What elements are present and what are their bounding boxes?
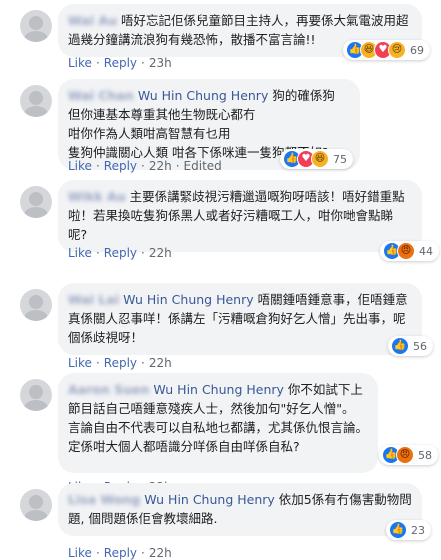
comment-timestamp[interactable]: 22h [149, 159, 172, 173]
comment-timestamp[interactable]: 23h [149, 56, 172, 70]
reply-button[interactable]: Reply [104, 56, 137, 70]
avatar[interactable] [20, 186, 52, 218]
comment-bubble: Wikk Au 主要係講緊歧視污糟邋遢嘅狗呀唔該！唔好錯重點啦！若果換咗隻狗係黑… [58, 180, 422, 252]
edited-label[interactable]: Edited [184, 159, 222, 173]
separator: · [141, 56, 145, 70]
avatar[interactable] [20, 379, 52, 411]
reply-button[interactable]: Reply [104, 356, 137, 370]
like-button[interactable]: Like [68, 246, 92, 260]
like-button[interactable]: Like [68, 56, 92, 70]
reaction-summary[interactable]: 👍 56 [388, 336, 433, 356]
comment-actions: Like·Reply·22h [68, 356, 172, 370]
reaction-count: 75 [333, 152, 347, 166]
avatar[interactable] [20, 289, 52, 321]
comment-author[interactable]: Lisa Wong [68, 492, 140, 507]
reaction-summary[interactable]: 👍 😠 58 [379, 445, 438, 465]
like-button[interactable]: Like [68, 546, 92, 560]
avatar[interactable] [20, 489, 52, 521]
haha-reaction-icon: 😆 [311, 150, 329, 168]
separator: · [95, 56, 100, 70]
comment-actions: Like·Reply·22h [68, 246, 172, 260]
separator: · [141, 546, 145, 560]
avatar[interactable] [20, 85, 52, 117]
sad-reaction-icon: 😢 [388, 41, 406, 59]
reply-button[interactable]: Reply [104, 546, 137, 560]
separator: · [175, 159, 180, 173]
reply-button[interactable]: Reply [104, 246, 137, 260]
mention-link[interactable]: Wu Hin Chung Henry [153, 382, 284, 397]
reaction-count: 44 [419, 244, 433, 258]
angry-reaction-icon: 😠 [397, 242, 415, 260]
mention-link[interactable]: Wu Hin Chung Henry [144, 492, 275, 507]
reaction-count: 23 [411, 523, 425, 537]
separator: · [141, 159, 145, 173]
comment-bubble: Wai Lai Wu Hin Chung Henry 唔關鍾唔鍾意事，佢唔鍾意真… [58, 283, 422, 355]
reaction-count: 56 [413, 339, 427, 353]
comment-bubble: Aaron Suen Wu Hin Chung Henry 你不如試下上節目話自… [58, 373, 378, 473]
separator: · [95, 546, 100, 560]
like-button[interactable]: Like [68, 356, 92, 370]
like-reaction-icon: 👍 [391, 337, 409, 355]
reply-button[interactable]: Reply [104, 159, 137, 173]
reaction-summary[interactable]: 👍 😠 44 [380, 241, 439, 261]
comment-author[interactable]: Wikk Au [68, 189, 126, 204]
comment-timestamp[interactable]: 22h [149, 246, 172, 260]
like-reaction-icon: 👍 [389, 521, 407, 539]
reaction-summary[interactable]: 👍 23 [386, 520, 431, 540]
comment-timestamp[interactable]: 22h [149, 546, 172, 560]
comment-actions: Like · Reply · 22h · Edited [68, 159, 222, 173]
mention-link[interactable]: Wu Hin Chung Henry [138, 88, 269, 103]
separator: · [95, 246, 100, 260]
separator: · [141, 356, 145, 370]
reaction-count: 69 [410, 43, 424, 57]
comment-timestamp[interactable]: 22h [149, 356, 172, 370]
comment-actions: Like · Reply · 23h [68, 56, 172, 70]
reaction-summary[interactable]: 👍 😆 ♥ 😢 69 [343, 40, 430, 60]
separator: · [95, 356, 100, 370]
angry-reaction-icon: 😠 [396, 446, 414, 464]
comment-author[interactable]: Wai Chan [68, 88, 134, 103]
separator: · [141, 246, 145, 260]
like-button[interactable]: Like [68, 159, 92, 173]
reaction-summary[interactable]: 👍 ♥ 😆 75 [280, 149, 353, 169]
mention-link[interactable]: Wu Hin Chung Henry [123, 292, 254, 307]
comment-author[interactable]: Wai Au [68, 13, 117, 28]
comment-bubble: Lisa Wong Wu Hin Chung Henry 依加5係有冇傷害動物問… [58, 483, 422, 536]
comment-author[interactable]: Aaron Suen [68, 382, 149, 397]
comment-actions: Like·Reply·22h [68, 546, 172, 560]
avatar[interactable] [20, 10, 52, 42]
reaction-count: 58 [418, 448, 432, 462]
separator: · [95, 159, 100, 173]
comment-author[interactable]: Wai Lai [68, 292, 119, 307]
